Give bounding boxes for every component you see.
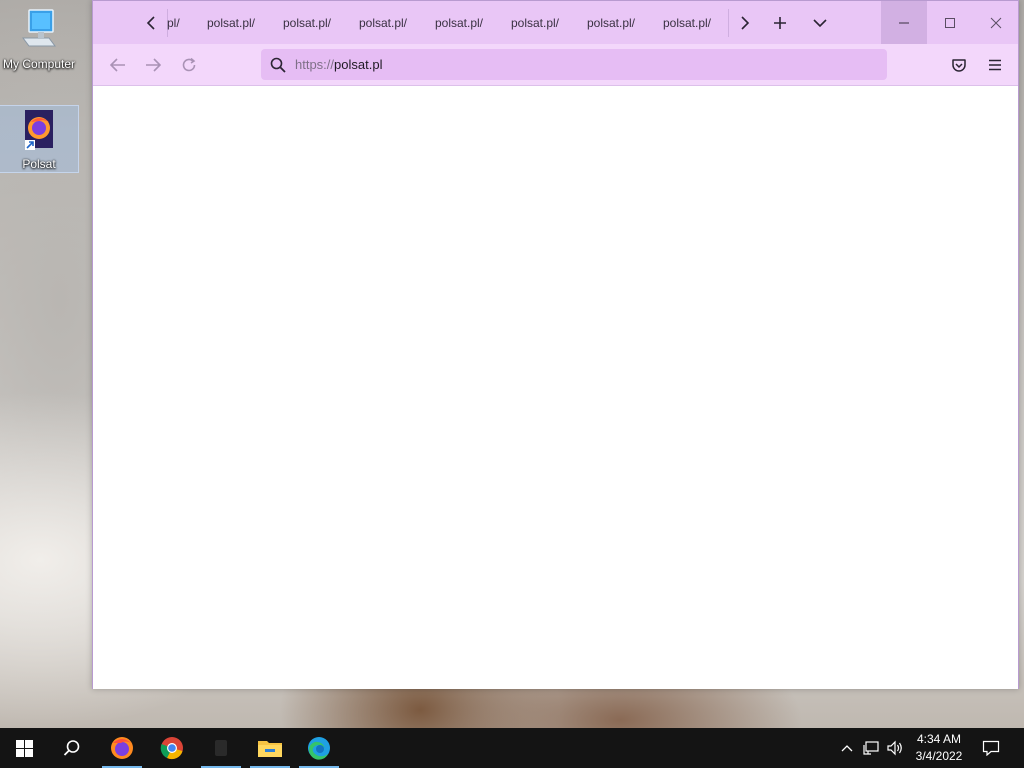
tab-title: polsat.pl/	[206, 15, 256, 30]
app-icon	[215, 740, 227, 756]
navigation-toolbar: https://polsat.pl	[93, 44, 1018, 86]
desktop-icon-polsat[interactable]: Polsat	[0, 105, 79, 173]
action-center-button[interactable]	[976, 728, 1006, 768]
volume-button[interactable]	[884, 728, 906, 768]
chevron-up-icon	[841, 745, 853, 752]
taskbar-edge[interactable]	[295, 728, 343, 768]
taskbar-firefox[interactable]	[98, 728, 146, 768]
hamburger-menu-icon	[989, 59, 1001, 71]
tab[interactable]: polsat.pl/	[269, 1, 345, 44]
minimize-icon	[899, 22, 909, 23]
tab-title: pl/	[167, 15, 180, 30]
close-button[interactable]	[973, 1, 1019, 44]
tab-title: polsat.pl/	[434, 15, 484, 30]
firefox-icon	[111, 737, 133, 759]
tab[interactable]: polsat.pl/	[193, 1, 269, 44]
url-text: https://polsat.pl	[295, 57, 382, 72]
chrome-icon	[160, 737, 183, 760]
show-hidden-icons-button[interactable]	[838, 728, 856, 768]
search-icon	[63, 740, 80, 756]
pocket-button[interactable]	[944, 50, 974, 80]
tab-title: polsat.pl/	[358, 15, 408, 30]
search-icon	[267, 54, 289, 76]
reload-button[interactable]	[174, 50, 204, 80]
tab[interactable]: polsat.pl/	[345, 1, 421, 44]
maximize-icon	[945, 17, 955, 28]
chevron-right-icon	[741, 15, 750, 30]
computer-icon	[22, 9, 56, 47]
network-icon	[863, 741, 879, 755]
tab-scroll-divider	[728, 9, 729, 37]
forward-button[interactable]	[138, 50, 168, 80]
folder-icon	[258, 741, 282, 757]
reload-icon	[182, 57, 196, 72]
tab-title: polsat.pl/	[662, 15, 712, 30]
tab-strip: pl/ polsat.pl/ polsat.pl/ polsat.pl/ pol…	[93, 1, 1018, 44]
maximize-button[interactable]	[927, 1, 973, 44]
taskbar-search-button[interactable]	[48, 728, 96, 768]
back-button[interactable]	[103, 50, 133, 80]
tab-title: polsat.pl/	[586, 15, 636, 30]
minimize-button[interactable]	[881, 1, 927, 44]
taskbar-app[interactable]	[197, 728, 245, 768]
pocket-icon	[952, 59, 966, 72]
arrow-right-icon	[146, 58, 161, 72]
tab[interactable]: polsat.pl/	[649, 1, 725, 44]
scroll-tabs-left-button[interactable]	[136, 1, 166, 44]
page-content[interactable]	[93, 86, 1018, 689]
clock-time: 4:34 AM	[916, 732, 962, 746]
desktop-icon-label: My Computer	[2, 57, 76, 71]
new-tab-button[interactable]	[760, 1, 800, 44]
start-button[interactable]	[0, 728, 48, 768]
tab[interactable]: polsat.pl/	[573, 1, 649, 44]
desktop-icon-label: Polsat	[22, 157, 56, 171]
plus-icon	[774, 16, 786, 29]
speaker-icon	[887, 740, 902, 756]
network-button[interactable]	[860, 728, 882, 768]
scroll-tabs-right-button[interactable]	[730, 1, 760, 44]
close-icon	[990, 17, 1002, 28]
chevron-left-icon	[146, 15, 155, 30]
url-scheme: https://	[295, 57, 335, 72]
tab[interactable]: polsat.pl/	[421, 1, 497, 44]
desktop-icon-my-computer[interactable]: My Computer	[0, 8, 78, 76]
taskbar: 4:34 AM 3/4/2022	[0, 728, 1024, 768]
browser-window: pl/ polsat.pl/ polsat.pl/ polsat.pl/ pol…	[92, 0, 1019, 689]
tab-title: polsat.pl/	[510, 15, 560, 30]
taskbar-clock[interactable]: 4:34 AM 3/4/2022	[908, 731, 970, 765]
tab-title: polsat.pl/	[282, 15, 332, 30]
url-host: polsat.pl	[334, 57, 383, 72]
taskbar-file-explorer[interactable]	[246, 728, 294, 768]
clock-date: 3/4/2022	[915, 749, 963, 763]
list-all-tabs-button[interactable]	[800, 1, 840, 44]
tab[interactable]: polsat.pl/	[497, 1, 573, 44]
arrow-left-icon	[110, 58, 125, 72]
taskbar-chrome[interactable]	[148, 728, 196, 768]
notification-icon	[982, 740, 1000, 756]
firefox-shortcut-icon	[25, 110, 53, 150]
tab[interactable]: pl/	[163, 1, 193, 44]
app-menu-button[interactable]	[980, 50, 1010, 80]
address-bar[interactable]: https://polsat.pl	[261, 49, 887, 80]
edge-icon	[308, 737, 330, 760]
chevron-down-icon	[813, 18, 827, 27]
windows-logo-icon	[15, 739, 33, 757]
